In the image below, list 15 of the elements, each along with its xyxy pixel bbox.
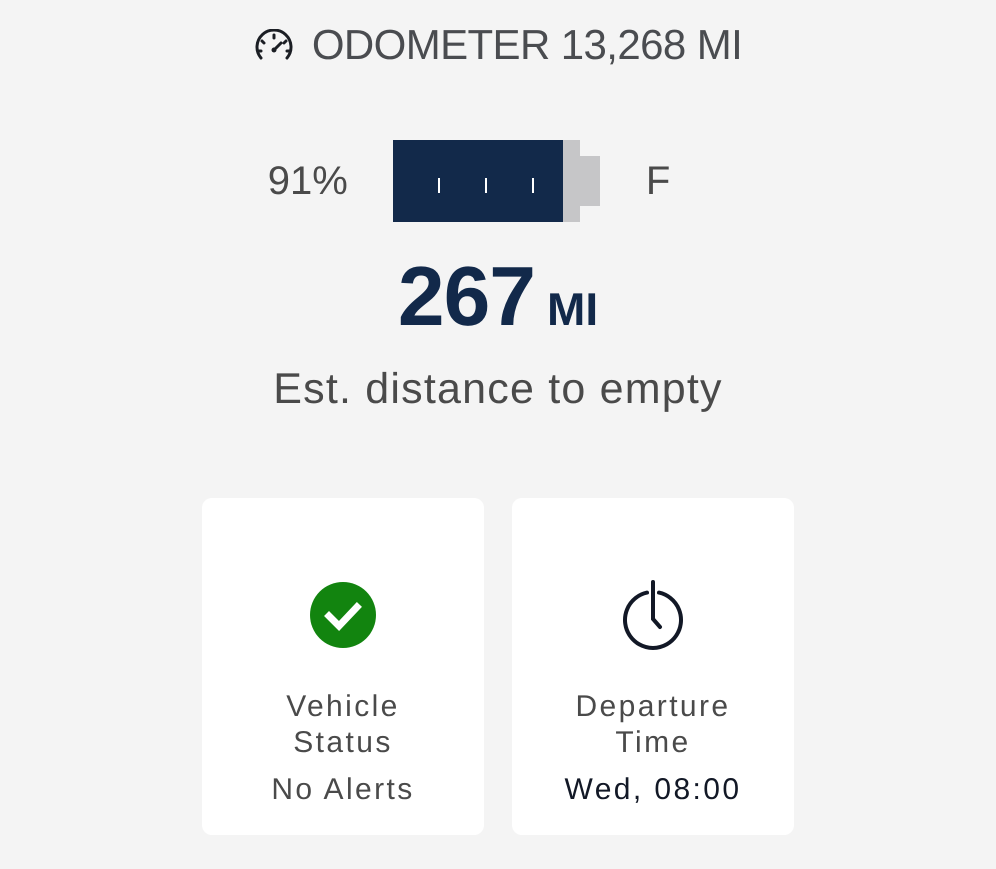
tile-value: No Alerts [271, 772, 415, 808]
info-card[interactable]: Vehicle Status No Alerts [202, 498, 484, 835]
range-value: 267 [398, 254, 536, 338]
check-circle-icon [310, 582, 376, 648]
info-card[interactable]: Departure Time Wed, 08:00 [512, 498, 794, 835]
range-unit: MI [547, 284, 598, 334]
clock-icon [622, 580, 684, 650]
speedometer-icon [254, 29, 294, 61]
tile-value: Wed, 08:00 [564, 772, 742, 808]
tile-title: Departure Time [574, 689, 732, 761]
odometer-reading: ODOMETER 13,268 MI [312, 20, 742, 70]
range-caption: Est. distance to empty [273, 364, 723, 414]
tile-title: Vehicle Status [285, 689, 401, 761]
charge-percent: 91% [268, 158, 348, 205]
full-label: F [646, 158, 670, 205]
